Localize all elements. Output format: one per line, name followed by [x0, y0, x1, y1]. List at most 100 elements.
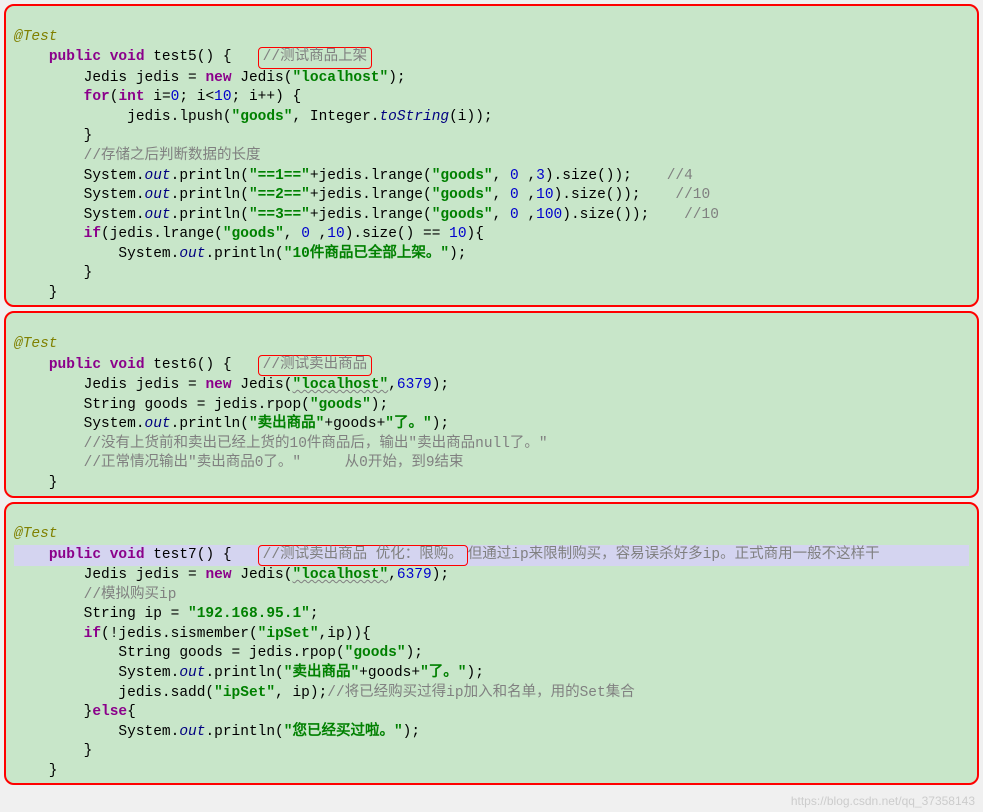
code-text: ; [310, 606, 319, 622]
code-text: , [493, 207, 510, 223]
number-literal: 3 [536, 168, 545, 184]
number-literal: 100 [536, 207, 562, 223]
keyword-new: new [205, 70, 231, 86]
field-out: out [179, 665, 205, 681]
keyword: public void [49, 547, 145, 563]
code-text: +jedis.lrange( [310, 207, 432, 223]
code-text: System. [14, 724, 179, 740]
comment: //存储之后判断数据的长度 [14, 148, 261, 164]
code-text: { [127, 704, 136, 720]
comment: //10 [675, 187, 710, 203]
code-text: .println( [205, 665, 283, 681]
code-text: System. [14, 416, 145, 432]
code-text: } [14, 704, 92, 720]
code-text: ); [432, 416, 449, 432]
code-text: System. [14, 246, 179, 262]
string-literal: "goods" [232, 109, 293, 125]
code-text: ).size() == [345, 226, 449, 242]
code-text: ).size()); [562, 207, 684, 223]
string-literal: "goods" [223, 226, 284, 242]
code-text [14, 226, 84, 242]
number-literal: 6379 [397, 377, 432, 393]
keyword: public void [49, 357, 145, 373]
code-text: ); [467, 665, 484, 681]
keyword-new: new [205, 567, 231, 583]
string-literal: "localhost" [292, 70, 388, 86]
comment-tail: 但通过ip来限制购买，容易误杀好多ip。正式商用一般不这样干 [468, 547, 880, 563]
code-text: String ip = [14, 606, 188, 622]
code-text: , [284, 226, 301, 242]
comment: //没有上货前和卖出已经上货的10件商品后，输出"卖出商品null了。" [14, 436, 548, 452]
code-text: (jedis.lrange( [101, 226, 223, 242]
method-name: test7 [145, 547, 197, 563]
string-literal: "goods" [345, 645, 406, 661]
method-name: test6 [145, 357, 197, 373]
code-text: , [519, 168, 536, 184]
code-text: Jedis jedis = [14, 377, 205, 393]
code-text: ,ip)){ [319, 626, 371, 642]
code-text: ).size()); [545, 168, 667, 184]
number-literal: 10 [327, 226, 344, 242]
code-text: } [14, 128, 92, 144]
code-text: System. [14, 168, 145, 184]
code-text: ); [403, 724, 420, 740]
code-text: Jedis( [232, 70, 293, 86]
code-text: } [14, 285, 58, 301]
text: () { [197, 547, 232, 563]
code-text: , [388, 377, 397, 393]
code-text: , [388, 567, 397, 583]
code-text: } [14, 475, 58, 491]
keyword: public void [49, 49, 145, 65]
code-text: .println( [205, 724, 283, 740]
string-literal: "卖出商品" [284, 665, 359, 681]
string-literal: "卖出商品" [249, 416, 324, 432]
code-text: , [519, 187, 536, 203]
code-text: String goods = jedis.rpop( [14, 397, 310, 413]
number-literal: 0 [510, 168, 519, 184]
string-literal: "ipSet" [258, 626, 319, 642]
keyword-new: new [205, 377, 231, 393]
code-text: } [14, 743, 92, 759]
string-literal: "localhost" [292, 377, 388, 393]
static-method: toString [379, 109, 449, 125]
text: () { [197, 49, 232, 65]
field-out: out [145, 416, 171, 432]
code-text: ); [449, 246, 466, 262]
string-literal: "goods" [432, 187, 493, 203]
code-text: ; i< [179, 89, 214, 105]
code-text: .println( [205, 246, 283, 262]
number-literal: 0 [510, 187, 519, 203]
code-text: ); [406, 645, 423, 661]
string-literal: "==1==" [249, 168, 310, 184]
code-text: ); [432, 567, 449, 583]
code-block-test7: @Test public void test7() { //测试卖出商品 优化：… [4, 502, 979, 786]
code-text: .println( [171, 187, 249, 203]
code-text: +goods+ [324, 416, 385, 432]
field-out: out [145, 187, 171, 203]
string-literal: "了。" [385, 416, 431, 432]
code-text: ); [388, 70, 405, 86]
code-text: +goods+ [359, 665, 420, 681]
string-literal: "10件商品已全部上架。" [284, 246, 449, 262]
code-text: ).size()); [554, 187, 676, 203]
code-text: , [493, 187, 510, 203]
code-block-test6: @Test public void test6() { //测试卖出商品 Jed… [4, 311, 979, 497]
string-literal: "goods" [432, 207, 493, 223]
number-literal: 6379 [397, 567, 432, 583]
code-text: +jedis.lrange( [310, 168, 432, 184]
code-text: .println( [171, 207, 249, 223]
annotation: @Test [14, 526, 58, 542]
comment: //10 [684, 207, 719, 223]
code-text: , [310, 226, 327, 242]
number-literal: 0 [301, 226, 310, 242]
method-name: test5 [145, 49, 197, 65]
code-text: , [519, 207, 536, 223]
string-literal: "goods" [310, 397, 371, 413]
highlighted-comment: //测试商品上架 [258, 47, 372, 69]
keyword-if: if [84, 626, 101, 642]
comment: //4 [667, 168, 693, 184]
string-literal: "ipSet" [214, 685, 275, 701]
code-text [14, 89, 84, 105]
keyword-if: if [84, 226, 101, 242]
caret-line: public void test7() { //测试卖出商品 优化：限购。但通过… [14, 545, 969, 567]
